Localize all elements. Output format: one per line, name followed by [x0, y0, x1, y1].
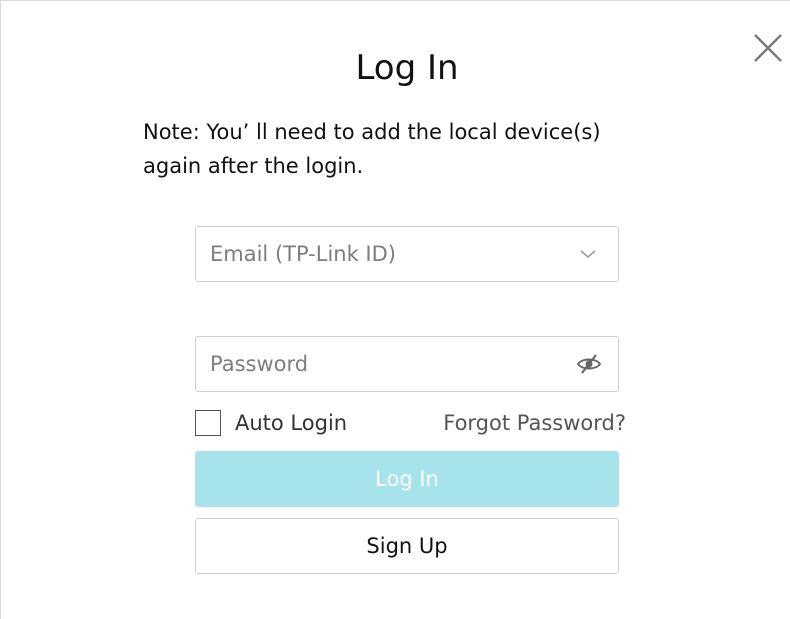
dialog-title: Log In	[355, 48, 459, 88]
auto-login-checkbox[interactable]	[195, 410, 221, 436]
auto-login-label: Auto Login	[235, 411, 348, 435]
password-placeholder: Password	[210, 352, 309, 376]
login-dialog: Log In Note: You’ ll need to add the loc…	[0, 0, 790, 619]
note-text: Note: You’ ll need to add the local devi…	[143, 120, 601, 178]
forgot-password-link[interactable]: Forgot Password?	[443, 406, 626, 440]
chevron-down-icon[interactable]	[576, 242, 600, 266]
login-button[interactable]: Log In	[195, 451, 619, 507]
signup-button[interactable]: Sign Up	[195, 518, 619, 574]
eye-slash-icon[interactable]	[576, 352, 602, 376]
password-field[interactable]: Password	[195, 336, 619, 392]
auto-login[interactable]: Auto Login	[195, 406, 347, 440]
email-placeholder: Email (TP-Link ID)	[210, 242, 396, 266]
email-field[interactable]: Email (TP-Link ID)	[195, 226, 619, 282]
